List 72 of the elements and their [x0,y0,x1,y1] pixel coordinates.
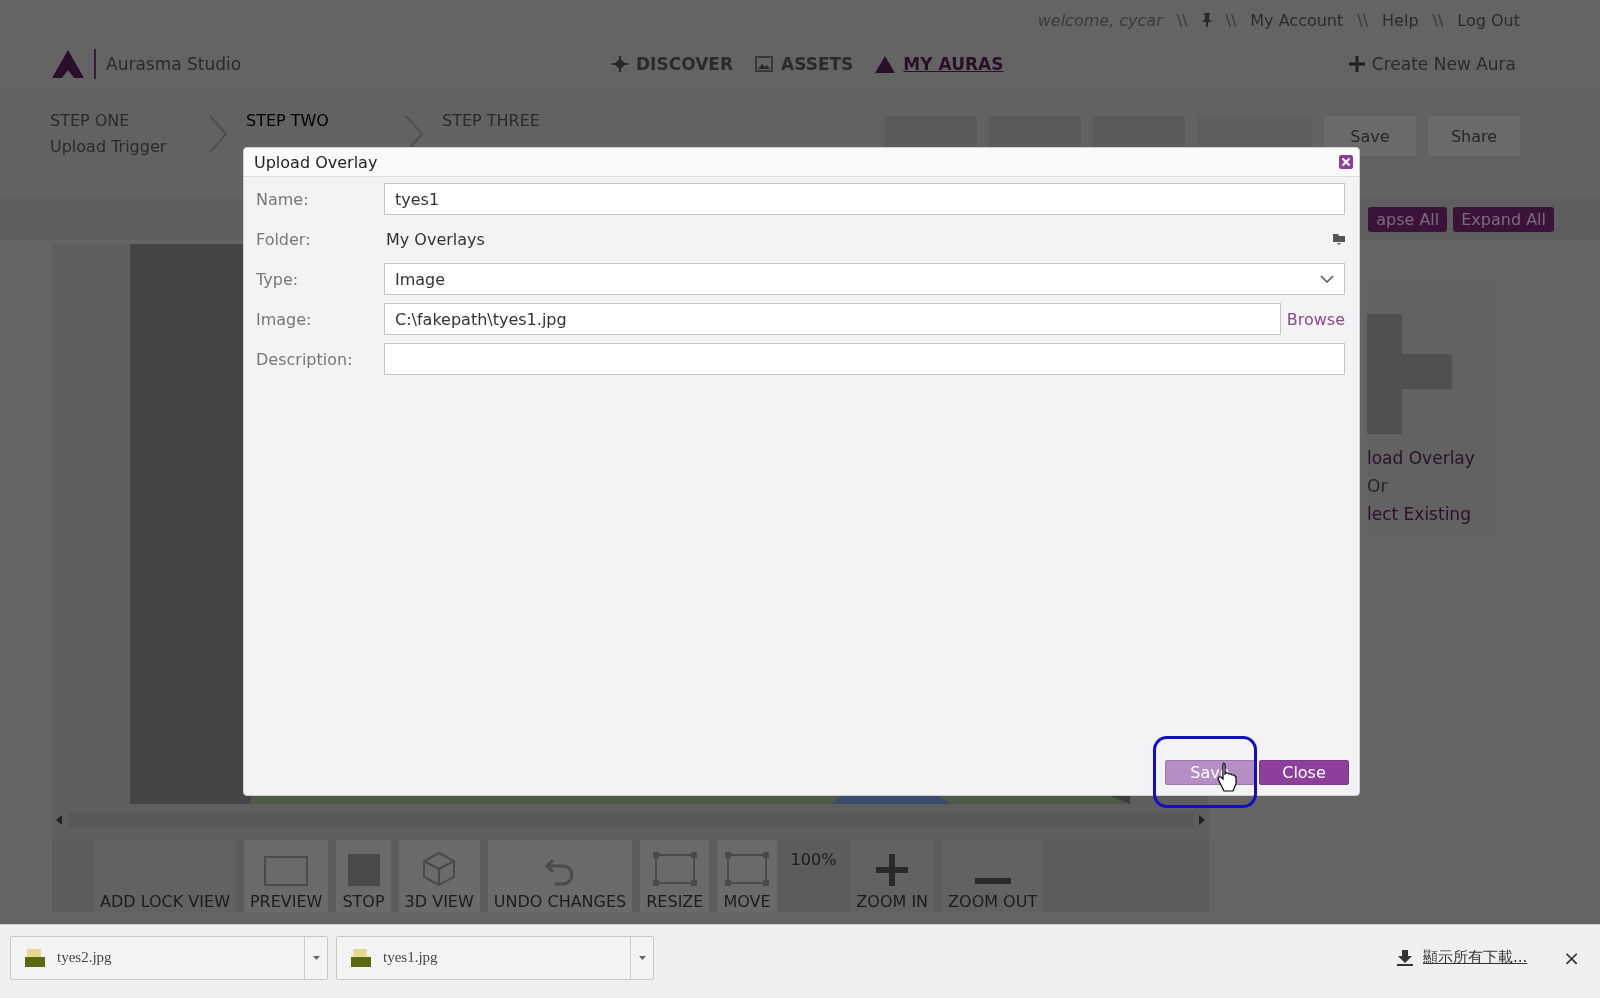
toolbar-button[interactable]: MOVE [717,840,777,912]
field-label: Image: [256,309,313,329]
separator-text: \\ [1176,10,1188,30]
dialog-button[interactable]: Close [1259,760,1349,785]
type-dropdown[interactable]: Image [384,263,1345,295]
nav-link[interactable]: ASSETS [755,52,854,76]
download-item[interactable]: tyes2.jpg [10,935,328,980]
close-button[interactable]: × [1563,945,1580,970]
zoom-level: 100% [790,850,837,870]
toolbar-button[interactable]: STOP [336,840,391,912]
panel-text: lect Existing [1367,503,1471,526]
nav-link[interactable]: MY AURAS [875,52,1004,76]
nav-link[interactable]: DISCOVER [612,52,733,76]
step-label[interactable]: STEP TWO [246,108,386,134]
cube-icon [423,852,456,886]
scroll-right-icon[interactable] [1199,815,1205,825]
close-icon[interactable] [1339,155,1353,169]
file-path-field[interactable]: C:\fakepath\tyes1.jpg [384,303,1281,335]
separator-text: \\ [1432,10,1444,30]
scroll-left-icon[interactable] [56,815,62,825]
brand-name: Aurasma Studio [106,54,242,74]
plus-icon [876,854,909,886]
field-label: Name: [256,189,310,209]
toolbar-button[interactable]: UNDO CHANGES [487,840,633,912]
separator-text: \\ [1225,10,1237,30]
toolbar-button[interactable]: ZOOM OUT [942,840,1044,912]
toolbar-button[interactable]: ADD LOCK VIEW [94,840,236,912]
caret-icon [312,955,320,960]
step-label[interactable]: STEP THREE [442,108,582,134]
field-label: Description: [256,349,354,369]
logo-icon [52,50,84,78]
show-all-downloads-link[interactable]: 顯示所有下載... [1422,948,1528,967]
toolbar-button[interactable]: Save [1324,116,1416,156]
folder-value: My Overlays [386,229,485,249]
create-aura-link[interactable]: Create New Aura [1348,54,1516,74]
dialog-title: Upload Overlay [254,152,378,172]
folder-icon[interactable] [1333,233,1345,245]
minus-icon [974,878,1011,886]
pin-icon[interactable] [1201,13,1212,27]
triangle-icon [875,55,896,73]
text-field[interactable] [384,343,1345,375]
toolbar-button[interactable]: Share [1428,116,1520,156]
field-label: Folder: [256,229,312,249]
frame-icon [652,852,697,886]
panel-text: load Overlay [1367,447,1475,470]
stop-icon [347,854,380,886]
tree-button[interactable]: Expand All [1453,206,1554,232]
panel-text: Or [1367,475,1388,498]
undo-icon [545,856,575,886]
tree-button[interactable]: apse All [1368,206,1448,232]
toolbar-button[interactable]: 3D VIEW [398,840,480,912]
screen-icon [264,856,309,886]
text-field[interactable]: tyes1 [384,183,1345,215]
toolbar-button[interactable]: RESIZE [640,840,710,912]
chevron-down-icon [1320,275,1334,283]
download-item[interactable]: tyes1.jpg [336,935,654,980]
plus-icon [1348,56,1365,72]
toolbar-button[interactable]: PREVIEW [243,840,329,912]
download-icon [1396,949,1413,966]
image-file-icon [351,948,371,967]
toolbar-button[interactable]: ZOOM IN [850,840,935,912]
browse-button[interactable]: Browse [1286,309,1345,329]
header-link[interactable]: My Account [1250,10,1344,30]
caret-icon [638,955,646,960]
frame-icon [725,852,769,886]
image-icon [755,56,773,72]
header-link[interactable]: Log Out [1457,10,1520,30]
step-label[interactable]: STEP ONE Upload Trigger [50,108,190,160]
header-link[interactable]: Help [1382,10,1419,30]
image-file-icon [25,948,45,967]
separator-text: \\ [1357,10,1369,30]
field-label: Type: [256,269,300,289]
